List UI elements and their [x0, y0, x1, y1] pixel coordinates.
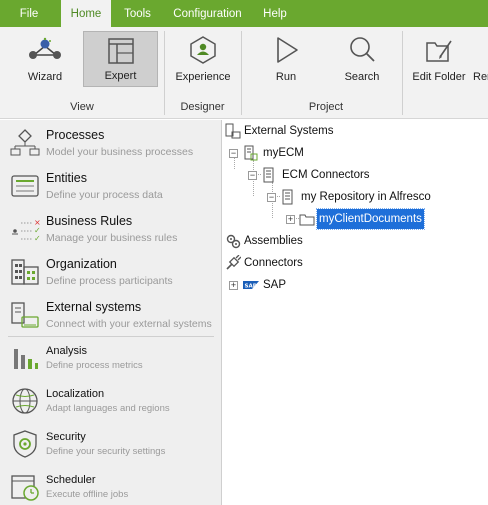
ribbon: Wizard Expert Experience Run Search Edit…: [0, 27, 488, 119]
tree-label: External Systems: [244, 125, 334, 137]
nav-processes-desc: Model your business processes: [46, 146, 194, 158]
external-systems-icon: [225, 123, 241, 139]
collapse-toggle[interactable]: −: [248, 171, 257, 180]
tree-label: myECM: [263, 147, 304, 159]
svg-text:SAP: SAP: [245, 284, 257, 290]
organization-icon: [11, 259, 39, 285]
tree-label: my Repository in Alfresco: [301, 191, 431, 203]
expand-toggle[interactable]: +: [286, 215, 295, 224]
edit-folder-label: Edit Folder: [412, 71, 466, 83]
nav-scheduler[interactable]: Scheduler Execute offline jobs: [0, 466, 222, 505]
expand-toggle[interactable]: +: [229, 281, 238, 290]
menu-tools[interactable]: Tools: [115, 0, 160, 27]
nav-processes[interactable]: Processes Model your business processes: [0, 122, 222, 165]
nav-analysis[interactable]: Analysis Define process metrics: [0, 337, 222, 380]
experience-label: Experience: [175, 71, 231, 83]
left-navigation: Processes Model your business processes …: [0, 120, 222, 505]
collapse-toggle[interactable]: −: [229, 149, 238, 158]
group-label-view: View: [70, 101, 94, 113]
nav-security-desc: Define your security settings: [46, 446, 166, 457]
entities-icon: [11, 175, 39, 197]
edit-folder-icon: [426, 40, 452, 62]
assemblies-icon: [226, 234, 241, 249]
nav-entities[interactable]: Entities Define your process data: [0, 165, 222, 208]
analysis-icon: [14, 349, 38, 369]
globe-icon: [12, 388, 38, 414]
nav-external-systems-desc: Connect with your external systems: [46, 318, 212, 330]
svg-text:✓: ✓: [34, 234, 40, 243]
run-button[interactable]: Run: [254, 31, 318, 87]
nav-security[interactable]: Security Define your security settings: [0, 423, 222, 466]
collapse-toggle[interactable]: −: [267, 193, 276, 202]
search-button[interactable]: Search: [330, 31, 394, 87]
nav-business-rules-desc: Manage your business rules: [46, 232, 178, 244]
group-label-project: Project: [308, 101, 344, 113]
nav-analysis-title: Analysis: [46, 345, 87, 357]
menu-help[interactable]: Help: [254, 0, 296, 27]
external-systems-icon: [11, 302, 39, 328]
experience-button[interactable]: Experience: [170, 31, 236, 87]
menu-bar: File Home Tools Configuration Help: [0, 0, 488, 27]
nav-business-rules[interactable]: × ✓ ✓ Business Rules Manage your busines…: [0, 208, 222, 251]
nav-scheduler-title: Scheduler: [46, 474, 96, 486]
tree-label: myClientDocuments: [316, 208, 425, 230]
expert-icon: [107, 38, 134, 64]
wizard-button[interactable]: Wizard: [12, 31, 78, 87]
remove-label: Rer: [473, 71, 488, 83]
run-label: Run: [275, 71, 297, 83]
scheduler-icon: [11, 475, 39, 501]
experience-icon: [190, 36, 216, 64]
nav-entities-desc: Define your process data: [46, 189, 163, 201]
business-rules-icon: × ✓ ✓: [12, 218, 40, 243]
tree-label: Assemblies: [244, 235, 303, 247]
expert-button[interactable]: Expert: [83, 31, 158, 87]
wizard-icon: [29, 37, 61, 59]
nav-processes-title: Processes: [46, 128, 105, 142]
nav-external-systems-title: External systems: [46, 300, 142, 314]
security-shield-icon: [13, 430, 37, 458]
nav-security-title: Security: [46, 431, 86, 443]
wizard-label: Wizard: [27, 71, 63, 83]
external-systems-tree: External Systems − myECM − ECM Connector…: [223, 120, 488, 505]
tree-label: SAP: [263, 279, 287, 291]
nav-analysis-desc: Define process metrics: [46, 360, 143, 371]
nav-business-rules-title: Business Rules: [46, 214, 133, 228]
tree-label: Connectors: [244, 257, 303, 269]
nav-organization[interactable]: Organization Define process participants: [0, 251, 222, 294]
connector-icon: [263, 167, 274, 183]
nav-localization-desc: Adapt languages and regions: [46, 403, 170, 414]
search-label: Search: [344, 71, 380, 83]
menu-configuration[interactable]: Configuration: [165, 0, 250, 27]
sap-logo-icon: SAP: [243, 281, 259, 290]
processes-icon: [10, 129, 40, 156]
search-icon: [350, 37, 375, 62]
expert-label: Expert: [104, 70, 137, 82]
nav-localization[interactable]: Localization Adapt languages and regions: [0, 380, 222, 423]
repository-icon: [282, 189, 293, 205]
folder-icon: [299, 214, 315, 226]
nav-localization-title: Localization: [46, 388, 105, 400]
edit-folder-button[interactable]: Edit Folder: [408, 31, 470, 87]
menu-file[interactable]: File: [8, 0, 50, 27]
ecm-server-icon: [244, 145, 258, 161]
menu-home[interactable]: Home: [61, 0, 111, 27]
tree-label: ECM Connectors: [282, 169, 370, 181]
play-icon: [277, 37, 298, 63]
nav-organization-desc: Define process participants: [46, 275, 173, 287]
group-label-designer: Designer: [180, 101, 225, 113]
nav-entities-title: Entities: [46, 171, 87, 185]
remove-button[interactable]: Rer: [471, 31, 488, 87]
nav-organization-title: Organization: [46, 257, 117, 271]
nav-scheduler-desc: Execute offline jobs: [46, 489, 129, 500]
nav-external-systems[interactable]: External systems Connect with your exter…: [0, 294, 222, 337]
connectors-plug-icon: [226, 255, 241, 270]
